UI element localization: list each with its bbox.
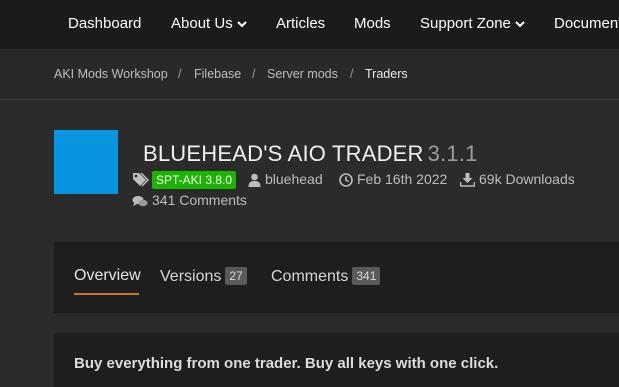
file-title: BLUEHEAD'S AIO TRADER bbox=[143, 141, 424, 166]
description-panel: Buy everything from one trader. Buy all … bbox=[54, 333, 619, 387]
tab-comments[interactable]: Comments 341 bbox=[271, 267, 381, 286]
nav-about-us[interactable]: About Us bbox=[171, 0, 247, 49]
file-description: Buy everything from one trader. Buy all … bbox=[74, 355, 499, 372]
top-navigation: Dashboard About Us Articles Mods Support… bbox=[0, 0, 619, 49]
author-link[interactable]: bluehead bbox=[265, 171, 323, 187]
breadcrumb-separator: / bbox=[252, 67, 256, 81]
breadcrumb-separator: / bbox=[178, 67, 182, 81]
date-meta: Feb 16th 2022 bbox=[339, 171, 448, 188]
chevron-down-icon bbox=[515, 19, 525, 29]
tab-comments-label: Comments bbox=[271, 268, 349, 285]
download-icon bbox=[460, 173, 475, 188]
comment-count[interactable]: 341 Comments bbox=[152, 192, 247, 208]
downloads-meta: 69k Downloads bbox=[460, 171, 575, 188]
breadcrumb-separator: / bbox=[350, 67, 354, 81]
download-count: 69k Downloads bbox=[479, 171, 575, 187]
versions-count-badge: 27 bbox=[225, 267, 247, 285]
tags-icon bbox=[132, 172, 150, 188]
user-icon bbox=[248, 173, 261, 188]
nav-about-us-label: About Us bbox=[171, 15, 233, 32]
file-date: Feb 16th 2022 bbox=[357, 171, 448, 187]
nav-documentation[interactable]: Documentation bbox=[554, 0, 619, 49]
active-tab-indicator bbox=[74, 293, 139, 295]
breadcrumb-server-mods[interactable]: Server mods bbox=[267, 67, 338, 81]
author-meta: bluehead bbox=[248, 171, 323, 188]
nav-dashboard[interactable]: Dashboard bbox=[68, 0, 141, 49]
chevron-down-icon bbox=[236, 19, 247, 29]
tab-bar: Overview Versions 27 Comments 341 bbox=[54, 242, 619, 313]
breadcrumb-current: Traders bbox=[365, 67, 408, 81]
tab-versions[interactable]: Versions 27 bbox=[160, 267, 247, 286]
file-version: 3.1.1 bbox=[427, 141, 478, 166]
breadcrumb: AKI Mods Workshop / Filebase / Server mo… bbox=[0, 49, 619, 100]
nav-support-zone-label: Support Zone bbox=[420, 15, 511, 32]
tab-versions-label: Versions bbox=[160, 268, 222, 285]
comments-icon bbox=[132, 195, 148, 208]
file-icon bbox=[54, 130, 118, 194]
page-title: BLUEHEAD'S AIO TRADER 3.1.1 bbox=[143, 141, 478, 167]
clock-icon bbox=[339, 173, 353, 188]
nav-mods[interactable]: Mods bbox=[354, 0, 391, 49]
nav-support-zone[interactable]: Support Zone bbox=[420, 0, 525, 49]
tab-overview[interactable]: Overview bbox=[74, 267, 141, 285]
comments-meta: 341 Comments bbox=[132, 192, 247, 208]
breadcrumb-filebase[interactable]: Filebase bbox=[194, 67, 241, 81]
comments-count-badge: 341 bbox=[352, 267, 381, 285]
breadcrumb-home[interactable]: AKI Mods Workshop bbox=[54, 67, 168, 81]
nav-articles[interactable]: Articles bbox=[276, 0, 325, 49]
game-version-badge[interactable]: SPT-AKI 3.8.0 bbox=[152, 171, 237, 189]
